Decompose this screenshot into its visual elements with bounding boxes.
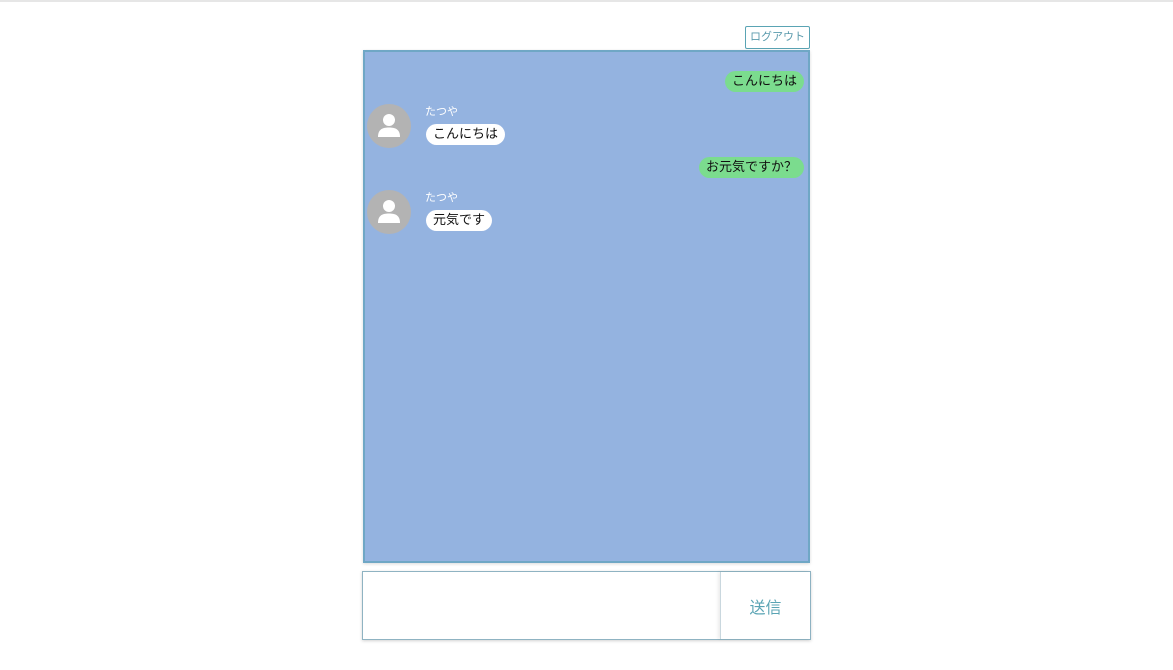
logout-button[interactable]: ログアウト	[745, 26, 810, 49]
other-message-bubble: こんにちは	[426, 124, 506, 145]
message-row-other: たつや こんにちは	[365, 103, 808, 149]
top-divider	[0, 0, 1173, 2]
message-row-mine: お元気ですか？	[365, 157, 808, 179]
user-icon[interactable]	[367, 190, 411, 234]
sender-name: たつや	[425, 105, 458, 118]
user-icon[interactable]	[367, 104, 411, 148]
message-row-other: たつや 元気です	[365, 189, 808, 235]
chat-message-area[interactable]: こんにちは たつや こんにちは お元気ですか？ たつや 元気です	[363, 50, 810, 563]
my-message-bubble: お元気ですか？	[698, 157, 804, 178]
sender-name: たつや	[425, 191, 458, 204]
message-composer: 送信	[362, 571, 811, 640]
message-input[interactable]	[363, 572, 719, 639]
other-message-bubble: 元気です	[426, 210, 493, 231]
message-row-mine: こんにちは	[365, 71, 808, 93]
my-message-bubble: こんにちは	[724, 71, 804, 92]
send-button[interactable]: 送信	[720, 572, 810, 639]
